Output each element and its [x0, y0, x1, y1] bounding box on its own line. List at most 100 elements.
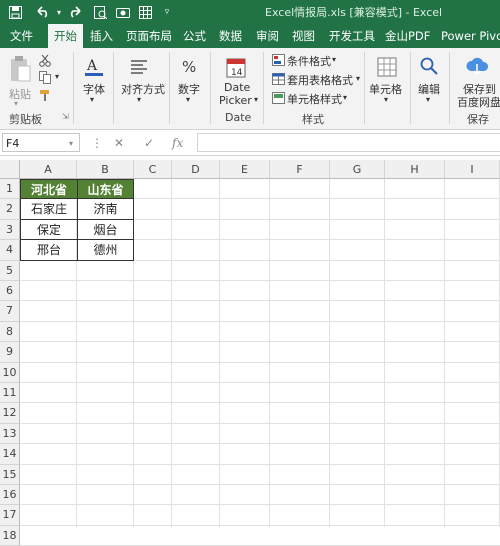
row-header-7[interactable]: 7: [0, 301, 20, 322]
table-format-button[interactable]: 套用表格格式: [287, 72, 353, 88]
row-header-10[interactable]: 10: [0, 362, 20, 383]
table-cell[interactable]: 石家庄: [20, 199, 77, 220]
copy-dropdown-icon[interactable]: ▾: [55, 72, 59, 81]
font-icon[interactable]: A: [82, 55, 106, 79]
tab-home[interactable]: 开始: [48, 24, 83, 49]
cells-icon[interactable]: [375, 55, 399, 79]
cut-icon[interactable]: [38, 53, 52, 67]
table-icon[interactable]: [137, 3, 153, 21]
column-header-d[interactable]: D: [172, 160, 220, 179]
cond-format-icon[interactable]: [271, 53, 285, 66]
tab-formulas[interactable]: 公式: [183, 24, 206, 48]
row-header-14[interactable]: 14: [0, 444, 20, 465]
table-format-dropdown-icon[interactable]: ▾: [356, 74, 360, 83]
cloud-save-icon[interactable]: [464, 53, 490, 79]
spreadsheet-grid[interactable]: A B C D E F G H I 1 2 3 4 5 6 7 8 9 10 11 12 13 14 15 16 17 18 河北省山…: [0, 160, 500, 546]
table-cell[interactable]: 邢台: [20, 240, 77, 261]
enter-icon[interactable]: ✓: [144, 134, 154, 152]
cond-format-dropdown-icon[interactable]: ▾: [332, 55, 336, 64]
paste-button[interactable]: 粘贴: [9, 86, 31, 102]
cell-style-icon[interactable]: [271, 91, 285, 104]
table-format-icon[interactable]: [271, 72, 285, 85]
row-header-16[interactable]: 16: [0, 485, 20, 506]
date-picker-button[interactable]: Date: [224, 81, 250, 94]
tab-power-pivot[interactable]: Power Pivot: [441, 24, 500, 48]
row-header-6[interactable]: 6: [0, 281, 20, 302]
gridline: [20, 280, 500, 281]
percent-icon[interactable]: %: [178, 55, 202, 79]
table-cell[interactable]: 保定: [20, 219, 77, 241]
row-header-17[interactable]: 17: [0, 505, 20, 526]
tab-page-layout[interactable]: 页面布局: [126, 24, 172, 48]
row-header-18[interactable]: 18: [0, 525, 20, 546]
gridline: [444, 179, 445, 527]
align-button[interactable]: 对齐方式: [121, 81, 165, 97]
formula-input[interactable]: [197, 133, 500, 152]
tab-kingsoft-pdf[interactable]: 金山PDF: [385, 24, 430, 48]
paste-dropdown-icon[interactable]: ▾: [14, 99, 18, 108]
row-header-1[interactable]: 1: [0, 179, 20, 200]
row-header-13[interactable]: 13: [0, 423, 20, 445]
paste-icon[interactable]: [7, 54, 33, 84]
save-to-cloud-label[interactable]: 百度网盘: [457, 94, 500, 110]
date-picker-label[interactable]: Picker: [219, 94, 252, 107]
search-icon[interactable]: [417, 54, 441, 78]
table-header-cell[interactable]: 山东省: [77, 179, 134, 200]
undo-dropdown-icon[interactable]: ▾: [54, 3, 64, 21]
row-header-15[interactable]: 15: [0, 464, 20, 485]
align-icon[interactable]: [127, 56, 151, 78]
date-picker-dropdown-icon[interactable]: ▾: [254, 95, 258, 104]
copy-icon[interactable]: [38, 70, 52, 84]
row-header-8[interactable]: 8: [0, 321, 20, 343]
column-header-b[interactable]: B: [77, 160, 134, 179]
row-header-9[interactable]: 9: [0, 342, 20, 363]
format-painter-icon[interactable]: [38, 88, 52, 102]
column-header-c[interactable]: C: [134, 160, 172, 179]
tab-insert[interactable]: 插入: [90, 24, 113, 48]
name-box-dropdown-icon[interactable]: ▾: [69, 135, 73, 153]
tab-file[interactable]: 文件: [10, 24, 33, 48]
redo-icon[interactable]: [65, 3, 85, 21]
cells-dropdown-icon[interactable]: ▾: [384, 95, 388, 104]
font-dropdown-icon[interactable]: ▾: [90, 95, 94, 104]
cond-format-button[interactable]: 条件格式: [287, 53, 331, 69]
column-header-a[interactable]: A: [20, 160, 77, 179]
tab-view[interactable]: 视图: [292, 24, 315, 48]
column-header-f[interactable]: F: [270, 160, 330, 179]
align-dropdown-icon[interactable]: ▾: [137, 95, 141, 104]
window-title: Excel情报局.xls [兼容模式] - Excel: [265, 6, 443, 19]
column-header-h[interactable]: H: [385, 160, 445, 179]
row-header-2[interactable]: 2: [0, 199, 20, 220]
table-cell[interactable]: 济南: [77, 199, 134, 220]
edit-dropdown-icon[interactable]: ▾: [426, 95, 430, 104]
undo-icon[interactable]: [32, 3, 54, 21]
camera-icon[interactable]: [115, 3, 131, 21]
tab-data[interactable]: 数据: [219, 24, 242, 48]
row-header-11[interactable]: 11: [0, 383, 20, 404]
table-cell[interactable]: 烟台: [77, 219, 134, 241]
row-header-4[interactable]: 4: [0, 240, 20, 261]
insert-function-icon[interactable]: fx: [172, 134, 183, 152]
print-preview-icon[interactable]: [92, 3, 108, 21]
calendar-icon[interactable]: 14: [224, 54, 248, 80]
table-cell[interactable]: 德州: [77, 240, 134, 261]
table-header-cell[interactable]: 河北省: [20, 179, 77, 200]
column-header-i[interactable]: I: [445, 160, 500, 179]
row-header-3[interactable]: 3: [0, 219, 20, 241]
column-header-g[interactable]: G: [330, 160, 385, 179]
cell-style-dropdown-icon[interactable]: ▾: [343, 93, 347, 102]
number-dropdown-icon[interactable]: ▾: [186, 95, 190, 104]
cancel-icon[interactable]: ✕: [114, 134, 124, 152]
cell-style-button[interactable]: 单元格样式: [287, 91, 342, 107]
column-header-e[interactable]: E: [220, 160, 270, 179]
save-icon[interactable]: [6, 3, 24, 21]
select-all-corner[interactable]: [0, 160, 20, 179]
row-header-12[interactable]: 12: [0, 403, 20, 424]
gridline: [20, 341, 500, 343]
tab-review[interactable]: 审阅: [256, 24, 279, 48]
gridline: [20, 382, 500, 383]
customize-icon[interactable]: ▿: [162, 3, 172, 21]
clipboard-launcher-icon[interactable]: ⇲: [62, 112, 69, 121]
tab-developer[interactable]: 开发工具: [329, 24, 375, 48]
row-header-5[interactable]: 5: [0, 260, 20, 281]
